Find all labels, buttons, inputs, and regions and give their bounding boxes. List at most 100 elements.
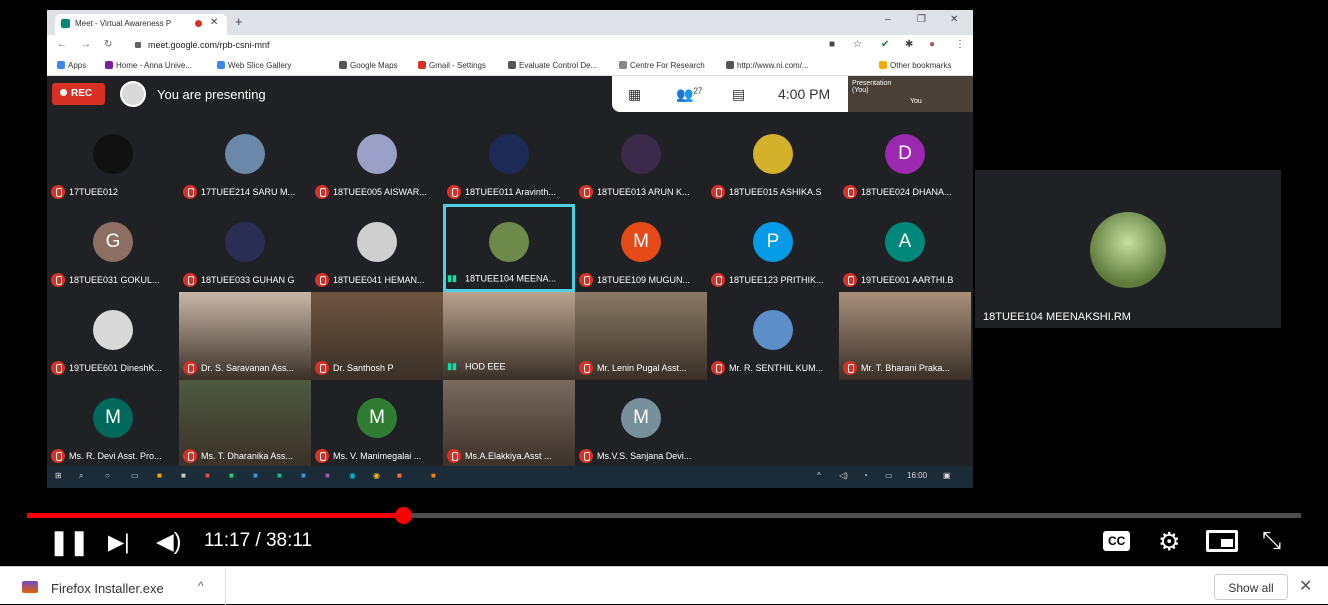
tab-close-icon[interactable]: ✕ — [210, 17, 218, 28]
spotlight-avatar — [1090, 212, 1166, 288]
browser-tab[interactable]: Meet - Virtual Awareness P ✕ — [55, 14, 227, 35]
grid-layout-icon[interactable]: ▦ — [628, 86, 641, 103]
bookmark-other[interactable]: Other bookmarks — [879, 61, 951, 70]
participant-avatar: M — [621, 222, 661, 262]
app-icon-7[interactable]: ■ — [397, 471, 402, 480]
participant-tile[interactable]: Mr. R. SENTHIL KUM... — [707, 292, 839, 380]
participant-tile[interactable]: M Ms. V. Manimegalai ... — [311, 380, 443, 468]
bookmark-google-maps[interactable]: Google Maps — [339, 61, 398, 70]
speaking-indicator-icon: ▮▮ — [447, 361, 457, 372]
app-icon-2[interactable]: ■ — [229, 471, 234, 480]
maximize-icon[interactable]: ❐ — [917, 14, 926, 25]
new-tab-icon[interactable]: + — [235, 14, 243, 29]
download-item[interactable]: Firefox Installer.exe ^ — [0, 567, 226, 605]
exit-fullscreen-icon[interactable]: ⤡ — [1262, 527, 1281, 555]
participant-tile[interactable]: D 18TUEE024 DHANA... — [839, 116, 971, 204]
people-icon[interactable]: 👥27 — [676, 86, 702, 103]
participant-tile[interactable]: 17TUEE012 — [47, 116, 179, 204]
bookmark-apps[interactable]: Apps — [57, 61, 86, 70]
chevron-up-icon[interactable]: ^ — [198, 579, 204, 593]
window-close-icon[interactable]: ✕ — [950, 14, 958, 25]
bookmark-gmail-settings[interactable]: Gmail - Settings — [418, 61, 486, 70]
close-icon[interactable]: ✕ — [1299, 576, 1312, 596]
participant-tile[interactable]: 17TUEE214 SARU M... — [179, 116, 311, 204]
cortana-icon[interactable]: ○ — [105, 471, 110, 480]
participant-tile[interactable]: 18TUEE033 GUHAN G — [179, 204, 311, 292]
spotlight-name: 18TUEE104 MEENAKSHI.RM — [983, 311, 1131, 323]
participant-tile[interactable]: M Ms. R. Devi Asst. Pro... — [47, 380, 179, 468]
participant-tile[interactable]: 18TUEE005 AISWAR... — [311, 116, 443, 204]
participant-tile[interactable]: 18TUEE013 ARUN K... — [575, 116, 707, 204]
participant-tile[interactable]: Mr. T. Bharani Praka... — [839, 292, 971, 380]
star-icon[interactable]: ☆ — [853, 39, 862, 50]
bookmark-centre-research[interactable]: Centre For Research — [619, 61, 705, 70]
bookmark-evaluate[interactable]: Evaluate Control De... — [508, 61, 597, 70]
bookmark-web-slice[interactable]: Web Slice Gallery — [217, 61, 291, 70]
network-tray-icon[interactable]: ◔ — [863, 471, 868, 480]
volume-icon[interactable]: ◀) — [156, 528, 181, 555]
bookmark-anna-univ[interactable]: Home - Anna Unive... — [105, 61, 192, 70]
app-icon-4[interactable]: ■ — [277, 471, 282, 480]
participant-name: HOD EEE — [465, 361, 506, 372]
edge-icon[interactable]: ◉ — [349, 471, 356, 480]
back-icon[interactable]: ← — [57, 39, 67, 50]
app-icon-3[interactable]: ■ — [253, 471, 258, 480]
participant-tile[interactable]: 18TUEE041 HEMAN... — [311, 204, 443, 292]
menu-icon[interactable]: ⋮ — [955, 39, 965, 50]
participant-tile[interactable]: 18TUEE011 Aravinth... — [443, 116, 575, 204]
participant-tile[interactable]: M 18TUEE109 MUGUN... — [575, 204, 707, 292]
profile-icon[interactable]: ● — [929, 39, 935, 50]
pause-icon[interactable]: ❚❚ — [49, 528, 89, 557]
app-icon-5[interactable]: ■ — [301, 471, 306, 480]
presentation-thumbnail[interactable]: Presentation (You) You — [848, 76, 973, 112]
settings-gear-icon[interactable]: ⚙ — [1158, 527, 1180, 557]
minimize-icon[interactable]: – — [885, 14, 891, 25]
participant-tile[interactable]: Dr. S. Saravanan Ass... — [179, 292, 311, 380]
participant-tile[interactable]: P 18TUEE123 PRITHIK... — [707, 204, 839, 292]
extensions-icon[interactable]: ✱ — [905, 39, 913, 50]
bookmark-ni[interactable]: http://www.ni.com/... — [726, 61, 809, 70]
show-all-button[interactable]: Show all — [1214, 574, 1288, 600]
reload-icon[interactable]: ↻ — [104, 39, 112, 50]
participant-tile[interactable]: Ms. T. Dharanika Ass... — [179, 380, 311, 468]
participant-tile[interactable]: G 18TUEE031 GOKUL... — [47, 204, 179, 292]
miniplayer-icon[interactable] — [1206, 530, 1238, 552]
forward-icon[interactable]: → — [81, 39, 91, 50]
battery-tray-icon[interactable]: ▭ — [885, 471, 893, 480]
tray-chevron-icon[interactable]: ^ — [817, 471, 821, 480]
participant-tile[interactable]: 18TUEE015 ASHIKA.S — [707, 116, 839, 204]
captions-icon[interactable]: CC — [1103, 531, 1131, 551]
notification-icon[interactable]: ▣ — [943, 471, 951, 480]
task-view-icon[interactable]: ▭ — [131, 471, 139, 480]
check-extension-icon[interactable]: ✔ — [881, 39, 889, 50]
participant-name: 18TUEE123 PRITHIK... — [729, 275, 824, 285]
taskbar-search-icon[interactable]: ⌕ — [79, 471, 83, 481]
spotlight-panel: 18TUEE104 MEENAKSHI.RM — [975, 170, 1281, 328]
windows-start-icon[interactable]: ⊞ — [55, 471, 62, 480]
video-player[interactable]: Meet - Virtual Awareness P ✕ + – ❐ ✕ ← →… — [0, 0, 1328, 566]
url-text[interactable]: meet.google.com/rpb-csni-mnf — [148, 40, 270, 50]
scrubber-handle[interactable] — [394, 507, 412, 524]
participant-tile[interactable]: M Ms.V.S. Sanjana Devi... — [575, 380, 707, 468]
mic-muted-icon — [843, 361, 857, 375]
participant-tile[interactable]: Dr. Santhosh P — [311, 292, 443, 380]
app-icon-6[interactable]: ■ — [325, 471, 330, 480]
participant-tile[interactable]: ▮▮ HOD EEE — [443, 292, 575, 380]
participant-tile[interactable]: 19TUEE601 DineshK... — [47, 292, 179, 380]
chrome-icon[interactable]: ◉ — [373, 471, 380, 480]
file-explorer-icon[interactable]: ■ — [157, 471, 162, 480]
participant-tile[interactable]: Mr. Lenin Pugal Asst... — [575, 292, 707, 380]
volume-tray-icon[interactable]: ◁) — [839, 471, 848, 480]
mic-muted-icon — [447, 185, 461, 199]
chat-icon[interactable]: ▤ — [732, 86, 745, 103]
participant-tile[interactable]: Ms.A.Elakkiya.Asst ... — [443, 380, 575, 468]
app-icon-8[interactable]: ■ — [431, 471, 436, 480]
app-icon-1[interactable]: ■ — [205, 471, 210, 480]
next-icon[interactable]: ▶| — [108, 530, 130, 555]
participant-tile[interactable]: A 19TUEE001 AARTHI.B — [839, 204, 971, 292]
participant-name: 18TUEE015 ASHIKA.S — [729, 187, 822, 197]
progress-bar[interactable] — [27, 507, 1301, 524]
store-icon[interactable]: ■ — [181, 471, 186, 480]
camera-icon[interactable]: ■ — [829, 39, 835, 50]
participant-tile[interactable]: ▮▮ 18TUEE104 MEENA... — [443, 204, 575, 292]
